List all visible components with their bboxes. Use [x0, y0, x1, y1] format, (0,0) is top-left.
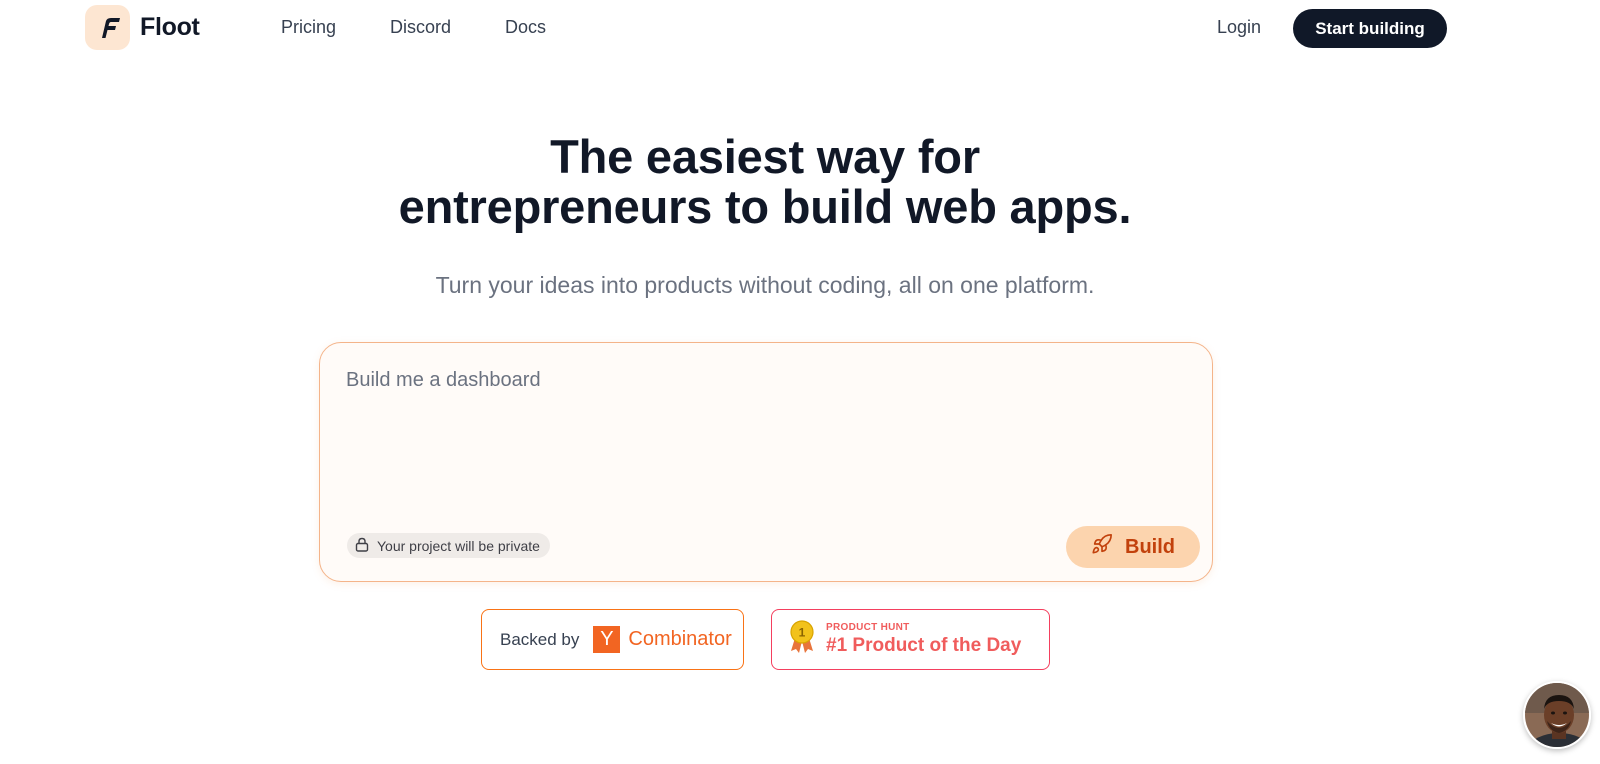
build-label: Build	[1125, 535, 1175, 558]
lock-icon	[355, 537, 369, 555]
rocket-icon	[1091, 533, 1113, 561]
prompt-card: Your project will be private Build	[319, 342, 1213, 582]
nav-link-discord[interactable]: Discord	[390, 17, 451, 38]
floot-logo-icon	[85, 5, 130, 50]
brand-name: Floot	[140, 13, 200, 41]
start-building-button[interactable]: Start building	[1293, 9, 1447, 48]
yc-badge[interactable]: Backed by Y Combinator	[481, 609, 744, 670]
support-chat-avatar[interactable]	[1523, 681, 1591, 749]
nav-links: Pricing Discord Docs	[281, 17, 546, 38]
nav-link-pricing[interactable]: Pricing	[281, 17, 336, 38]
yc-name: Combinator	[628, 628, 732, 650]
medal-icon: 1	[788, 620, 816, 659]
producthunt-text: PRODUCT HUNT #1 Product of the Day	[826, 622, 1021, 657]
producthunt-badge[interactable]: 1 PRODUCT HUNT #1 Product of the Day	[771, 609, 1050, 670]
brand-home-link[interactable]: Floot	[85, 5, 200, 50]
private-badge: Your project will be private	[347, 533, 550, 558]
hero-title: The easiest way for entrepreneurs to bui…	[0, 132, 1530, 232]
prompt-input[interactable]	[346, 369, 1186, 509]
build-button[interactable]: Build	[1066, 526, 1200, 568]
login-link[interactable]: Login	[1217, 17, 1261, 38]
yc-backed-label: Backed by	[500, 629, 580, 649]
hero-title-line-2: entrepreneurs to build web apps.	[398, 180, 1132, 233]
nav-link-docs[interactable]: Docs	[505, 17, 546, 38]
yc-logo-icon: Y	[593, 626, 621, 653]
svg-text:1: 1	[799, 626, 806, 640]
hero-title-line-1: The easiest way for	[550, 130, 980, 183]
hero-subtitle: Turn your ideas into products without co…	[435, 272, 1095, 298]
producthunt-title: #1 Product of the Day	[826, 635, 1022, 656]
producthunt-kicker: PRODUCT HUNT	[826, 622, 910, 633]
top-nav: Floot Pricing Discord Docs Login Start b…	[0, 0, 1600, 56]
private-note: Your project will be private	[377, 537, 540, 554]
